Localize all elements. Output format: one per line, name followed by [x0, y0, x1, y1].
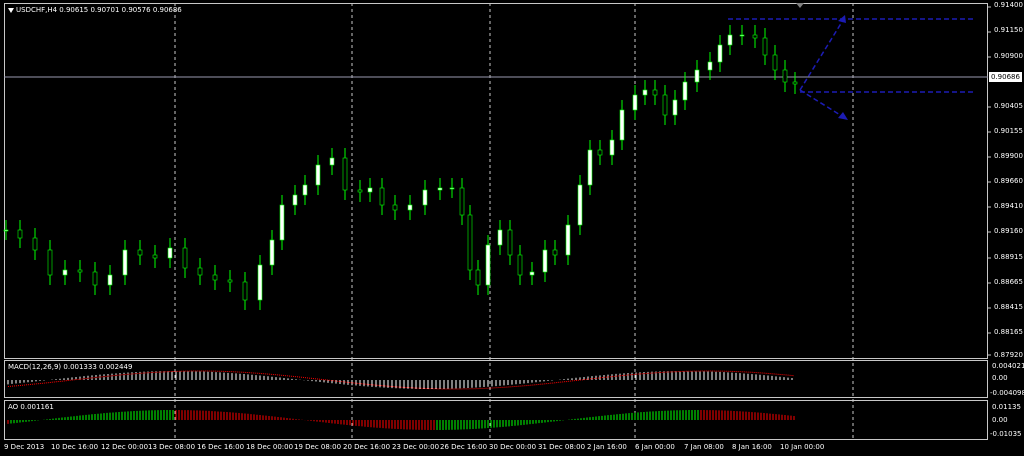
candle-body [32, 237, 38, 251]
chart-canvas [3, 3, 991, 440]
candle-body [609, 139, 615, 156]
candle-body [315, 164, 321, 186]
candle-body [279, 204, 285, 241]
candle-body [62, 269, 68, 276]
candle-body [437, 187, 443, 191]
candle-body [197, 267, 203, 276]
candle-body [632, 94, 638, 111]
candle-body [77, 269, 83, 273]
candle-body [357, 189, 363, 193]
ao-histogram [7, 410, 795, 430]
candle-body [257, 264, 263, 301]
candle-body [467, 214, 473, 271]
candle-body [292, 194, 298, 206]
candle-body [752, 34, 758, 39]
candle-body [152, 254, 158, 259]
candle-body [552, 249, 558, 256]
candle-body [459, 187, 465, 216]
candle-body [694, 69, 700, 83]
candle-body [587, 149, 593, 186]
candle-body [242, 281, 248, 301]
candle-body [662, 94, 668, 116]
candle-body [792, 81, 798, 85]
candle-body [652, 89, 658, 96]
candle-body [269, 239, 275, 266]
candle-body [107, 274, 113, 286]
candle-body [449, 187, 455, 190]
candle-body [619, 109, 625, 141]
candlesticks [3, 25, 798, 310]
candle-body [577, 184, 583, 226]
candle-body [92, 271, 98, 286]
candle-body [407, 204, 413, 211]
projection-arrowheads [838, 15, 848, 120]
candle-body [717, 44, 723, 63]
candle-body [707, 61, 713, 71]
candle-body [182, 247, 188, 269]
candle-body [782, 69, 788, 83]
chart-shift-marker-icon [796, 3, 804, 8]
candle-body [542, 249, 548, 273]
candle-body [367, 187, 373, 193]
candle-body [475, 269, 481, 286]
candle-body [392, 204, 398, 211]
candle-body [137, 249, 143, 256]
candle-body [47, 249, 53, 276]
candle-body [167, 247, 173, 259]
candle-body [762, 37, 768, 56]
candle-body [17, 229, 23, 239]
macd-histogram [7, 370, 795, 390]
vertical-grid [174, 3, 854, 440]
candle-body [682, 81, 688, 101]
candle-body [727, 34, 733, 46]
candle-body [507, 229, 513, 256]
candle-body [379, 187, 385, 206]
candle-body [342, 157, 348, 191]
candle-body [529, 271, 535, 276]
candle-body [672, 99, 678, 116]
candle-body [302, 184, 308, 196]
candle-body [227, 279, 233, 283]
price-scale-ticks [988, 6, 991, 356]
candle-body [517, 254, 523, 276]
candle-body [212, 274, 218, 281]
candle-body [565, 224, 571, 256]
candle-body [772, 54, 778, 71]
candle-body [122, 249, 128, 276]
candle-body [3, 229, 9, 232]
candle-body [485, 244, 491, 286]
candle-body [739, 34, 745, 37]
candle-body [422, 189, 428, 206]
candle-body [497, 229, 503, 246]
candle-body [329, 157, 335, 166]
candle-body [642, 89, 648, 96]
candle-body [597, 149, 603, 156]
